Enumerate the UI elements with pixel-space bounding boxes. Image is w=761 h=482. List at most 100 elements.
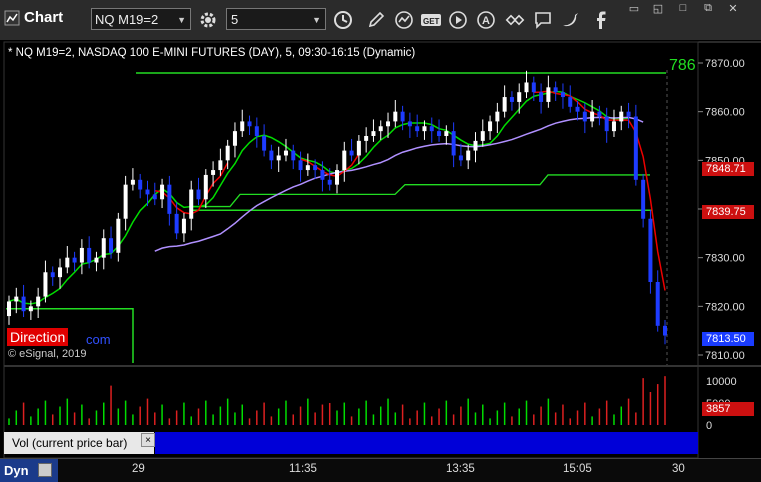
candle-body [444,131,449,136]
candle-body [240,121,245,132]
top-level-label: 786 [669,57,696,74]
candle-body [160,184,165,200]
dynamic-mode-label: Dyn [4,463,29,478]
chart-title-text: Chart [24,9,64,26]
candle-body [633,116,638,180]
play-icon[interactable] [446,8,470,32]
price-chart[interactable]: 7870.007860.007850.007840.007830.007820.… [0,40,761,458]
candle-body [641,179,646,219]
chart-toolbar: Chart NQ M19=2 ▼ 5 ▼ GET A ▭ ◱ □ ⧉ ✕ [0,0,761,41]
candle-body [560,92,565,98]
svg-text:GET: GET [423,17,440,26]
candle-body [269,150,274,161]
candle-body [283,150,288,156]
chevron-down-icon[interactable]: ▼ [177,9,186,31]
candle-body [167,184,172,214]
restore-window-icon[interactable]: ◱ [647,0,669,16]
candle-body [626,111,631,117]
candle-body [488,121,493,132]
close-window-icon[interactable]: ✕ [722,0,744,16]
candle-body [349,150,354,156]
gear-icon[interactable] [196,8,220,32]
chevron-down-icon[interactable]: ▼ [312,9,321,31]
candle-body [619,111,624,122]
candle-body [466,150,471,161]
get-data-icon[interactable]: GET [419,8,443,32]
time-label-1135: 11:35 [289,463,317,475]
candle-body [480,131,485,141]
volume-tick-label: 10000 [706,376,737,388]
symbol-input[interactable]: NQ M19=2 ▼ [91,8,191,30]
candle-body [582,111,587,122]
candle-body [386,121,391,127]
candle-body [79,247,84,263]
candle-body [546,87,551,102]
scale-mode-icon[interactable] [38,463,52,477]
price-tick-label: 7870.00 [705,58,745,70]
candle-body [305,165,310,171]
candle-body [648,218,653,282]
clock-icon[interactable] [331,8,355,32]
pencil-icon[interactable] [364,8,388,32]
twitter-icon[interactable] [559,8,583,32]
candle-body [181,218,186,234]
candle-body [655,282,660,326]
candle-body [597,111,602,117]
candle-body [291,150,296,161]
candle-body [276,155,281,161]
candle-body [94,257,99,263]
candle-body [531,82,536,93]
candle-body [378,126,383,132]
copyright-text: © eSignal, 2019 [8,348,87,360]
green-level-price-badge: 7839.75 [702,205,754,219]
close-icon[interactable]: × [141,433,155,447]
maximize-window-icon[interactable]: □ [672,0,694,16]
time-axis[interactable]: Dyn 29 11:35 13:35 15:05 30 [0,458,761,482]
chat-icon[interactable] [531,8,555,32]
candle-body [590,111,595,122]
candle-body [502,97,507,112]
candle-body [225,145,230,161]
time-label-29: 29 [132,463,145,475]
candle-body [203,174,208,200]
candle-body [50,272,55,278]
alert-icon[interactable]: A [474,8,498,32]
candle-body [123,184,128,219]
candle-body [604,116,609,132]
candle-body [196,189,201,200]
candle-body [364,136,369,141]
price-tick-label: 7810.00 [705,350,745,362]
volume-panel-label: Vol (current price bar) [4,432,154,454]
dynamic-mode-button[interactable]: Dyn [0,459,58,482]
time-label-30: 30 [672,463,685,475]
candle-body [174,213,179,234]
link-icon[interactable] [503,8,527,32]
candle-body [36,296,41,307]
last-price-badge: 7813.50 [702,332,754,346]
candle-body [138,179,143,190]
candle-body [495,111,500,122]
candle-body [145,189,150,195]
study-icon[interactable] [392,8,416,32]
candle-body [407,121,412,127]
facebook-icon[interactable] [589,8,613,32]
direction-watermark: Direction [7,328,69,346]
candle-body [553,87,558,93]
candle-body [262,136,267,151]
candle-body [473,140,478,151]
candle-body [232,131,237,146]
candle-body [152,194,157,200]
candle-body [400,111,405,122]
candle-body [313,165,318,171]
candle-body [371,131,376,136]
candle-body [87,247,92,263]
candle-body [28,306,33,312]
chart-app-icon [4,10,20,25]
minimize-window-icon[interactable]: ▭ [623,0,645,16]
svg-text:A: A [482,15,490,27]
interval-input[interactable]: 5 ▼ [226,8,326,30]
link-window-icon[interactable]: ⧉ [697,0,719,16]
interval-value: 5 [231,12,239,27]
candle-body [72,257,77,263]
price-tick-label: 7860.00 [705,107,745,119]
